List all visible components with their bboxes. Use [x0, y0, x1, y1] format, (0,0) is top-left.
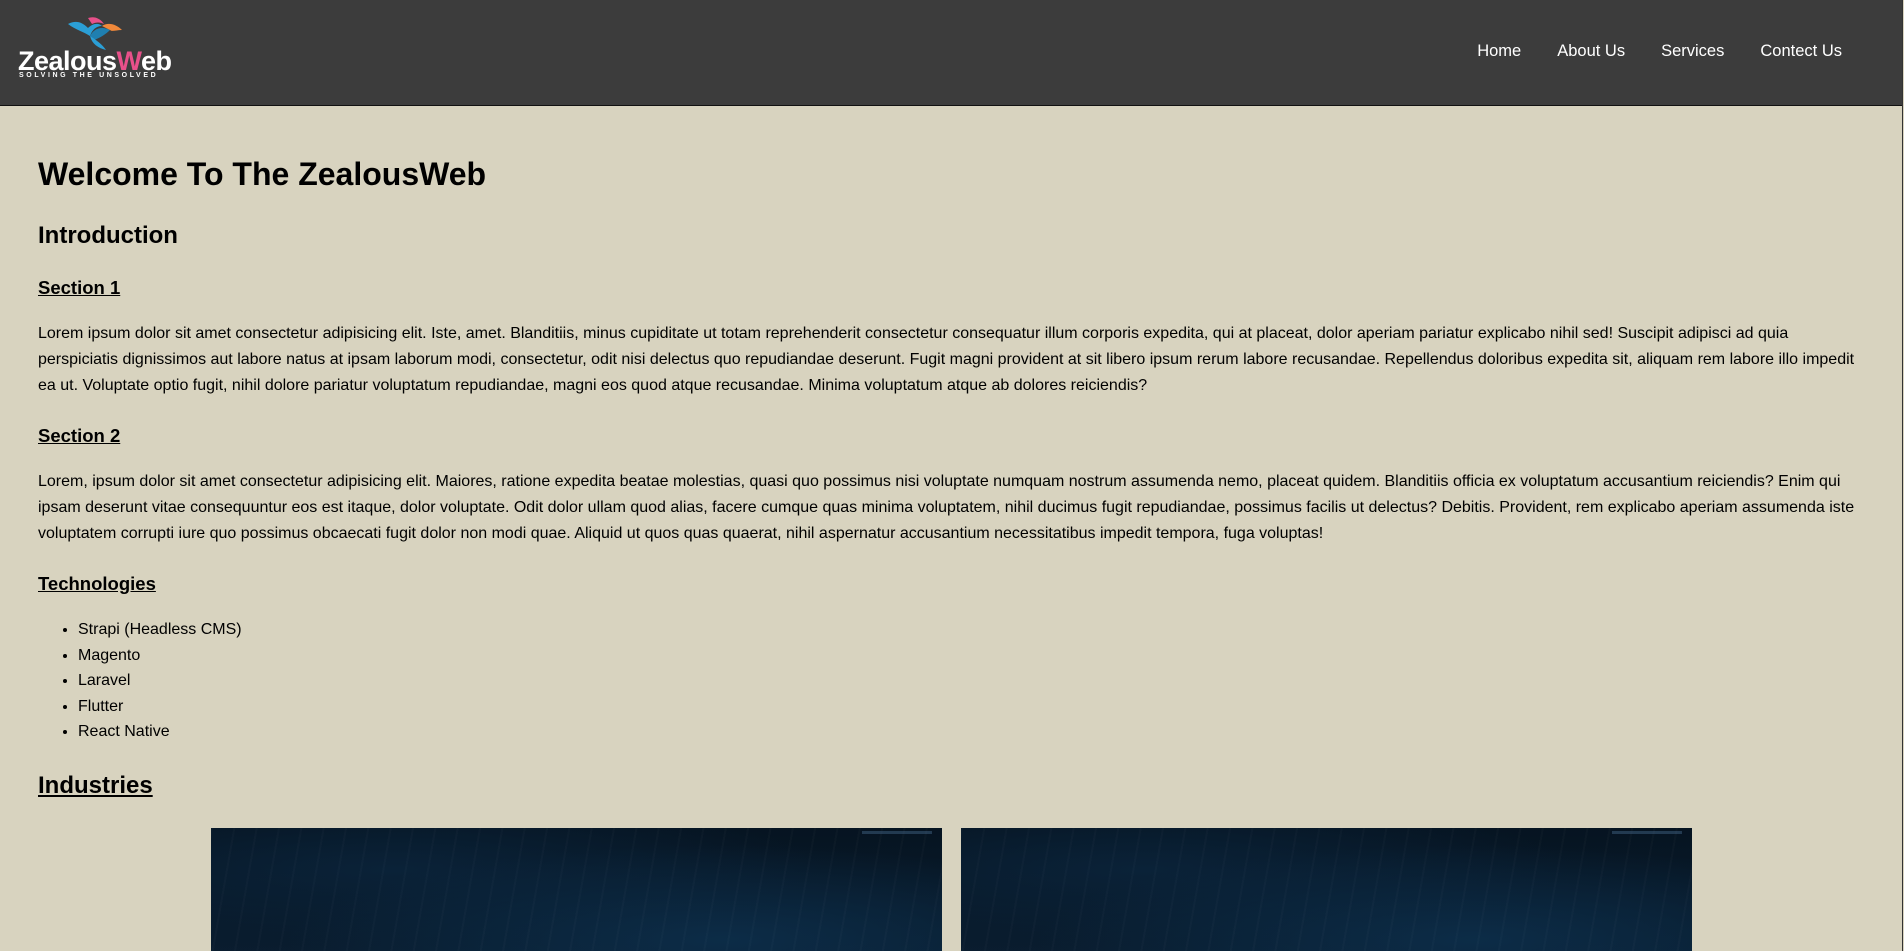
list-item: Magento: [78, 643, 1864, 669]
list-item: Flutter: [78, 694, 1864, 720]
page-title: Welcome To The ZealousWeb: [38, 156, 487, 192]
industries-heading: Industries: [38, 771, 153, 799]
section-2-heading: Section 2: [38, 425, 121, 446]
nav-contact-us[interactable]: Contect Us: [1760, 42, 1842, 61]
introduction-heading: Introduction: [38, 222, 178, 249]
image-watermark: [862, 831, 932, 834]
industries-gallery: [211, 828, 1692, 951]
section-1-text: Lorem ipsum dolor sit amet consectetur a…: [38, 325, 1855, 394]
nav-services[interactable]: Services: [1661, 42, 1724, 61]
technologies-heading: Technologies: [38, 573, 156, 594]
list-item: React Native: [78, 719, 1864, 745]
nav-about-us[interactable]: About Us: [1557, 42, 1625, 61]
zealousweb-logo[interactable]: ZealousWeb SOLVING THE UNSOLVED: [18, 16, 172, 82]
technologies-list: Strapi (Headless CMS) Magento Laravel Fl…: [38, 617, 1864, 745]
list-item: Laravel: [78, 668, 1864, 694]
main-content: Welcome To The ZealousWeb Introduction S…: [0, 106, 1902, 801]
list-item: Strapi (Headless CMS): [78, 617, 1864, 643]
card-texture: [961, 828, 1692, 951]
industry-card-image[interactable]: [211, 828, 942, 951]
page: ZealousWeb SOLVING THE UNSOLVED Home Abo…: [0, 0, 1903, 951]
logo-tagline: SOLVING THE UNSOLVED: [19, 72, 159, 79]
card-texture: [211, 828, 942, 951]
image-watermark: [1612, 831, 1682, 834]
site-header: ZealousWeb SOLVING THE UNSOLVED Home Abo…: [0, 0, 1902, 106]
section-2-text: Lorem, ipsum dolor sit amet consectetur …: [38, 473, 1855, 542]
nav-home[interactable]: Home: [1477, 42, 1521, 61]
main-nav: Home About Us Services Contect Us: [1441, 0, 1842, 103]
section-1-heading: Section 1: [38, 277, 121, 298]
industry-card-image[interactable]: [961, 828, 1692, 951]
